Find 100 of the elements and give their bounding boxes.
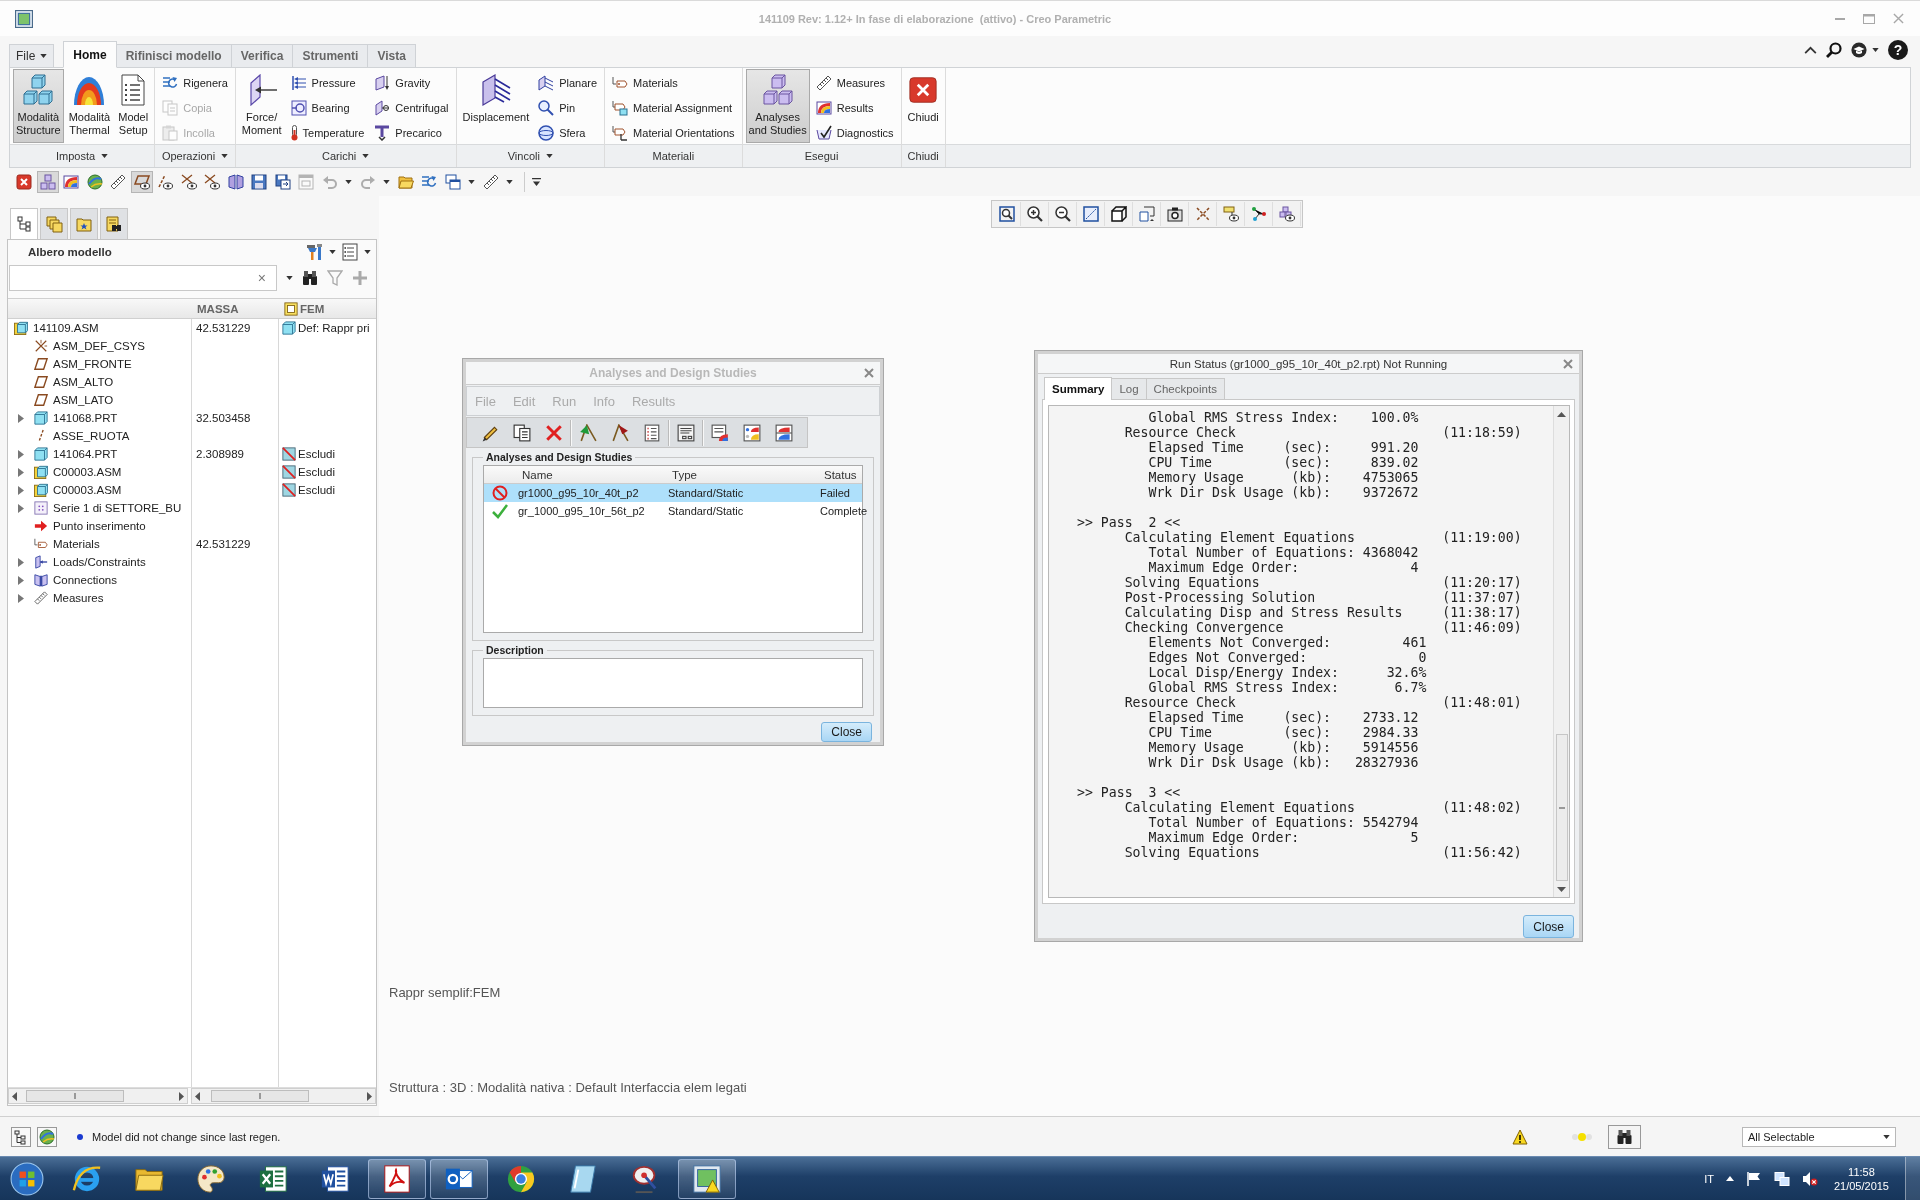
caret-icon[interactable] — [545, 153, 553, 158]
tree-item[interactable]: Punto inserimento — [53, 520, 146, 532]
caret-icon[interactable] — [362, 153, 370, 158]
ribbon-button[interactable]: Displacement — [459, 69, 533, 143]
tree-item[interactable]: ASM_LATO — [53, 394, 114, 406]
flag-icon[interactable] — [1745, 1170, 1762, 1187]
caret-right-icon[interactable] — [17, 593, 24, 603]
cube-icon[interactable] — [1110, 206, 1127, 222]
caret-icon[interactable] — [101, 153, 109, 158]
description-field[interactable] — [483, 658, 863, 708]
tree-item[interactable]: ASM_DEF_CSYS — [53, 340, 146, 352]
up-arrow-icon[interactable] — [1725, 1176, 1734, 1181]
caret-icon[interactable] — [286, 276, 293, 280]
tree-item[interactable]: Materials — [53, 538, 100, 550]
caret-icon[interactable] — [506, 180, 513, 184]
customize-icon[interactable] — [532, 178, 541, 186]
chevron-up-icon[interactable] — [1804, 46, 1817, 54]
show-desktop-button[interactable] — [1905, 1157, 1920, 1200]
scrollbar[interactable] — [1553, 406, 1569, 897]
ribbon-button[interactable]: Material Orientations — [608, 120, 739, 145]
caret-right-icon[interactable] — [17, 413, 24, 423]
copy-icon[interactable] — [513, 423, 531, 442]
tree-item[interactable]: C00003.ASM — [53, 484, 122, 496]
tree-item[interactable]: ASM_ALTO — [53, 376, 114, 388]
ribbon-button[interactable]: Results — [811, 95, 898, 120]
cubes-eye-icon[interactable] — [1278, 206, 1295, 222]
binoculars-icon[interactable] — [1608, 1124, 1641, 1149]
tree-item[interactable]: Loads/Constraints — [53, 556, 146, 568]
caret-right-icon[interactable] — [17, 503, 24, 513]
frames-icon[interactable] — [1138, 206, 1155, 222]
caret-right-icon[interactable] — [17, 449, 24, 459]
list-icon[interactable] — [342, 243, 358, 261]
ribbon-tab[interactable]: Vista — [367, 44, 416, 67]
tree-item[interactable]: 141064.PRT — [53, 448, 118, 460]
caret-right-icon[interactable] — [17, 575, 24, 585]
selection-filter-dropdown[interactable]: All Selectable — [1742, 1126, 1896, 1147]
graduation-cap-icon[interactable] — [1851, 42, 1867, 58]
ribbon-button[interactable]: Diagnostics — [811, 120, 898, 145]
scroll-thumb[interactable] — [1555, 734, 1568, 881]
panel-tab[interactable] — [100, 208, 128, 239]
contour-map-icon[interactable] — [743, 423, 761, 442]
binoculars-icon[interactable] — [302, 270, 318, 286]
ribbon-button[interactable]: Analyses and Studies — [745, 69, 810, 143]
close-icon[interactable] — [864, 368, 874, 378]
zoom-in-icon[interactable] — [1026, 206, 1043, 222]
label-eye-icon[interactable] — [1222, 206, 1239, 222]
search-icon[interactable] — [1826, 42, 1842, 58]
ribbon-button[interactable]: Pin — [534, 95, 602, 120]
tab[interactable]: Checkpoints — [1145, 378, 1225, 399]
tree-item[interactable]: 141068.PRT — [53, 412, 118, 424]
caret-right-icon[interactable] — [17, 485, 24, 495]
close-button[interactable]: Close — [821, 722, 872, 742]
ribbon-tab[interactable]: Home — [63, 41, 117, 68]
scroll-thumb[interactable] — [211, 1090, 309, 1102]
tree-item[interactable]: 141109.ASM — [33, 322, 99, 334]
tree-icon[interactable] — [11, 1126, 31, 1147]
pencil-icon[interactable] — [481, 423, 499, 442]
cross-icon[interactable] — [545, 423, 563, 442]
ribbon-button[interactable]: Rigenera — [158, 70, 232, 95]
scroll-thumb[interactable] — [26, 1090, 124, 1102]
zoom-out-icon[interactable] — [1054, 206, 1071, 222]
help-button[interactable]: ? — [1888, 40, 1908, 60]
language-indicator[interactable]: IT — [1704, 1172, 1714, 1185]
close-button[interactable]: Close — [1523, 915, 1574, 938]
close-icon[interactable] — [1563, 358, 1573, 369]
search-field[interactable]: × — [9, 265, 277, 291]
list-icon[interactable] — [643, 423, 661, 442]
tab[interactable]: Summary — [1044, 377, 1113, 400]
ribbon-button[interactable]: Measures — [811, 70, 898, 95]
caret-icon[interactable] — [1872, 48, 1879, 52]
tree-item[interactable]: ASSE_RUOTA — [53, 430, 130, 442]
taskbar-button[interactable] — [430, 1158, 488, 1199]
scrollbar[interactable] — [8, 1088, 188, 1104]
ribbon-button[interactable]: Gravity — [370, 70, 453, 95]
ribbon-button[interactable]: Planare — [534, 70, 602, 95]
tree-item[interactable]: Connections — [53, 574, 117, 586]
contour-map-icon[interactable] — [775, 423, 793, 442]
caret-icon[interactable] — [221, 153, 229, 158]
tab[interactable]: Log — [1111, 378, 1147, 399]
caret-icon[interactable] — [364, 250, 371, 254]
ribbon-tab[interactable]: Verifica — [230, 44, 294, 67]
flag-icon[interactable] — [579, 423, 597, 442]
ribbon-tab[interactable]: Rifinisci modello — [115, 44, 232, 67]
taskbar-button[interactable] — [368, 1158, 426, 1199]
ribbon-button[interactable]: Material Assignment — [608, 95, 739, 120]
scrollbar[interactable] — [191, 1088, 376, 1104]
crossed-axes-icon[interactable] — [1194, 206, 1211, 222]
camera-icon[interactable] — [1166, 206, 1183, 222]
ribbon-button[interactable]: Sfera — [534, 120, 602, 145]
zoom-fit-icon[interactable] — [998, 206, 1015, 222]
warning-icon[interactable] — [1512, 1128, 1528, 1145]
tree-item[interactable]: Measures — [53, 592, 104, 604]
caret-icon[interactable] — [329, 250, 336, 254]
ribbon-button[interactable]: Modalità Thermal — [65, 69, 114, 143]
ribbon-tab[interactable]: Strumenti — [292, 44, 369, 67]
globe-icon[interactable] — [37, 1126, 57, 1147]
ribbon-button[interactable]: Temperature — [286, 120, 369, 145]
ribbon-button[interactable]: Force/ Moment — [238, 69, 285, 143]
orb-icon[interactable] — [10, 1161, 44, 1196]
ribbon-button[interactable]: Precarico — [370, 120, 453, 145]
